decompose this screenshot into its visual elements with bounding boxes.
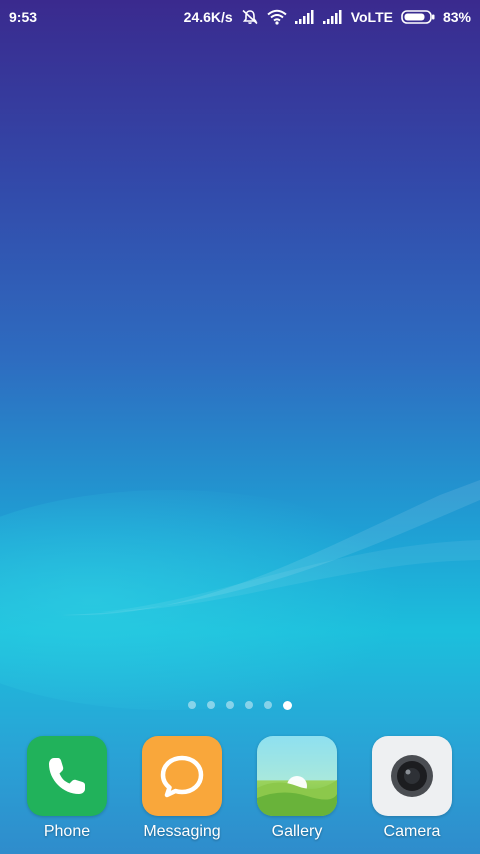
gallery-icon[interactable]	[257, 736, 337, 816]
status-icons: 24.6K/s VoLTE 83%	[184, 9, 471, 25]
do-not-disturb-icon	[241, 9, 259, 25]
app-messaging[interactable]: Messaging	[126, 736, 238, 841]
signal-sim2-icon	[322, 10, 343, 24]
app-label-messaging: Messaging	[143, 823, 221, 840]
page-indicator[interactable]	[0, 700, 480, 710]
app-dock: Phone Messaging Gallery Camera	[0, 736, 480, 854]
battery-icon	[401, 10, 435, 24]
wallpaper-wave	[0, 480, 480, 710]
battery-percent: 83%	[442, 9, 471, 25]
camera-icon[interactable]	[372, 736, 452, 816]
wifi-icon	[267, 9, 287, 25]
page-dot[interactable]	[226, 701, 234, 709]
app-label-phone: Phone	[43, 823, 91, 840]
page-dot[interactable]	[245, 701, 253, 709]
app-phone[interactable]: Phone	[11, 736, 123, 841]
app-gallery[interactable]: Gallery	[241, 736, 353, 841]
app-label-gallery: Gallery	[271, 823, 323, 840]
network-speed: 24.6K/s	[183, 9, 233, 25]
status-time: 9:53	[9, 9, 38, 25]
app-camera[interactable]: Camera	[356, 736, 468, 841]
volte-label: VoLTE	[350, 9, 393, 25]
signal-sim1-icon	[294, 10, 315, 24]
phone-icon[interactable]	[27, 736, 107, 816]
messaging-icon[interactable]	[142, 736, 222, 816]
page-dot[interactable]	[264, 701, 272, 709]
app-label-camera: Camera	[383, 823, 441, 840]
status-bar[interactable]: 9:53 24.6K/s VoLTE 83%	[0, 0, 480, 34]
page-dot[interactable]	[188, 701, 196, 709]
home-wallpaper[interactable]	[0, 0, 480, 854]
page-dot-active[interactable]	[283, 700, 292, 710]
page-dot[interactable]	[207, 701, 215, 709]
